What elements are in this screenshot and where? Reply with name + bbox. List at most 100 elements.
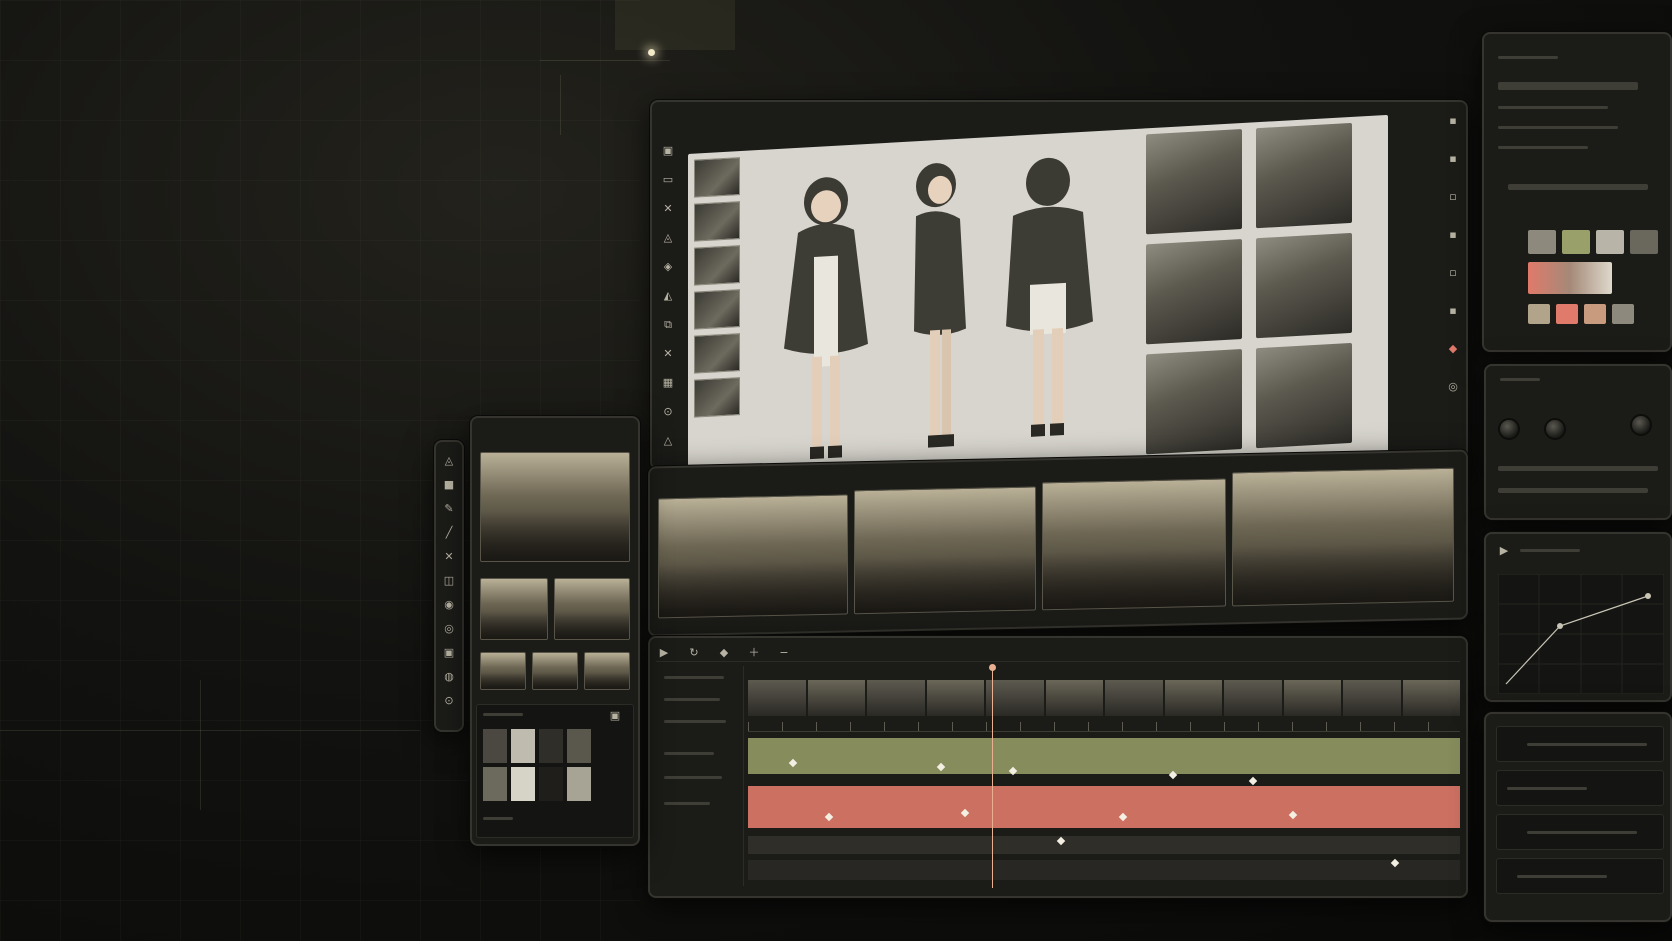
gallery-thumb[interactable]: [584, 652, 630, 690]
fill-icon[interactable]: ▪: [1445, 226, 1461, 242]
expression-thumb[interactable]: [1146, 129, 1242, 235]
shapes-icon[interactable]: ◬: [660, 229, 676, 245]
color-swatch[interactable]: [1528, 304, 1550, 324]
keyframe-icon[interactable]: ◆: [716, 645, 732, 661]
time-ruler[interactable]: [748, 722, 1460, 732]
layers-stack-icon[interactable]: ⧉: [660, 316, 676, 332]
settings-icon[interactable]: ⊙: [660, 403, 676, 419]
text-icon[interactable]: ▫: [1445, 264, 1461, 280]
filmstrip-frame[interactable]: [867, 680, 925, 716]
dial-icon[interactable]: ◍: [441, 668, 457, 684]
filmstrip-frame[interactable]: [986, 680, 1044, 716]
stamp-icon[interactable]: ◉: [441, 596, 457, 612]
detail-crop[interactable]: [694, 289, 740, 330]
storyboard-frame[interactable]: [1042, 478, 1226, 611]
color-swatch[interactable]: [1584, 304, 1606, 324]
warning-icon[interactable]: △: [660, 432, 676, 448]
expression-thumb[interactable]: [1146, 349, 1242, 455]
control-knob[interactable]: [1498, 418, 1520, 440]
line-icon[interactable]: ╱: [441, 524, 457, 540]
grid-icon[interactable]: ▦: [660, 374, 676, 390]
filmstrip-frame[interactable]: [926, 680, 984, 716]
detail-crop[interactable]: [694, 377, 740, 418]
frame-icon[interactable]: ▭: [660, 171, 676, 187]
track-header[interactable]: [664, 752, 714, 755]
texture-swatch[interactable]: [483, 729, 507, 763]
expression-thumb[interactable]: [1146, 239, 1242, 345]
transform-icon[interactable]: ◈: [660, 258, 676, 274]
texture-swatch[interactable]: [483, 767, 507, 801]
playhead[interactable]: [992, 666, 993, 888]
layer-row[interactable]: [1496, 770, 1664, 806]
transform-icon[interactable]: ✕: [441, 548, 457, 564]
mask-icon[interactable]: ◭: [660, 287, 676, 303]
texture-swatch[interactable]: [511, 767, 535, 801]
layer-row[interactable]: [1496, 726, 1664, 762]
eyedrop-icon[interactable]: ▫: [1445, 188, 1461, 204]
layers-icon[interactable]: ▣: [660, 142, 676, 158]
pen-icon[interactable]: ✎: [441, 500, 457, 516]
circle-icon[interactable]: ◎: [441, 620, 457, 636]
gallery-thumb[interactable]: [480, 578, 548, 640]
zoom-out-icon[interactable]: −: [776, 645, 792, 661]
filmstrip[interactable]: [748, 680, 1460, 716]
filmstrip-frame[interactable]: [748, 680, 806, 716]
color-panel-row[interactable]: [1498, 126, 1618, 129]
detail-crop[interactable]: [694, 157, 740, 198]
target-icon[interactable]: ◎: [1445, 378, 1461, 394]
detail-crop[interactable]: [694, 201, 740, 242]
color-swatch[interactable]: [1562, 230, 1590, 254]
gallery-thumb[interactable]: [532, 652, 578, 690]
track-header[interactable]: [664, 802, 710, 805]
control-knob[interactable]: [1544, 418, 1566, 440]
track-green[interactable]: [748, 738, 1460, 774]
detail-crop[interactable]: [694, 333, 740, 374]
filmstrip-frame[interactable]: [1164, 680, 1222, 716]
texture-swatch[interactable]: [539, 767, 563, 801]
expression-thumb[interactable]: [1256, 232, 1352, 339]
color-swatch[interactable]: [1556, 304, 1578, 324]
track-header[interactable]: [664, 776, 722, 779]
texture-swatch[interactable]: [567, 729, 591, 763]
track-header[interactable]: [664, 698, 720, 701]
zoom-in-icon[interactable]: ＋: [746, 645, 762, 661]
control-slider[interactable]: [1498, 466, 1658, 471]
expression-thumb[interactable]: [1256, 122, 1352, 229]
expression-thumb[interactable]: [1256, 342, 1352, 449]
color-panel-field[interactable]: [1498, 82, 1638, 90]
brush-icon[interactable]: ✕: [660, 200, 676, 216]
track-header[interactable]: [664, 720, 726, 723]
texture-panel-icon[interactable]: ▣: [607, 707, 623, 723]
layers-icon[interactable]: ◬: [441, 452, 457, 468]
loop-icon[interactable]: ↻: [686, 645, 702, 661]
play-icon[interactable]: ▶: [656, 645, 672, 661]
track-header[interactable]: [664, 676, 724, 679]
color-swatch[interactable]: [1596, 230, 1624, 254]
storyboard-frame[interactable]: [1232, 467, 1454, 607]
curve-graph[interactable]: [1498, 574, 1664, 694]
color-swatch[interactable]: [1528, 230, 1556, 254]
gallery-main-image[interactable]: [480, 452, 630, 562]
filmstrip-frame[interactable]: [1224, 680, 1282, 716]
control-slider[interactable]: [1498, 488, 1648, 493]
color-panel-row[interactable]: [1498, 146, 1588, 149]
color-swatch[interactable]: [1630, 230, 1658, 254]
hue-slider[interactable]: [1508, 184, 1648, 190]
filmstrip-frame[interactable]: [1045, 680, 1103, 716]
play-icon[interactable]: ▶: [1496, 542, 1512, 558]
crop-icon[interactable]: ✕: [660, 345, 676, 361]
grid-icon[interactable]: ▣: [441, 644, 457, 660]
filmstrip-frame[interactable]: [1343, 680, 1401, 716]
filmstrip-frame[interactable]: [1402, 680, 1460, 716]
gradient-icon[interactable]: ▪: [1445, 302, 1461, 318]
mask-icon[interactable]: ◫: [441, 572, 457, 588]
texture-swatch[interactable]: [567, 767, 591, 801]
detail-crop[interactable]: [694, 245, 740, 286]
color-panel-row[interactable]: [1498, 106, 1608, 109]
settings-icon[interactable]: ⊙: [441, 692, 457, 708]
hand-icon[interactable]: ▪: [1445, 150, 1461, 166]
track-salmon[interactable]: [748, 786, 1460, 828]
marker-icon[interactable]: ◆: [1445, 340, 1461, 356]
texture-swatch[interactable]: [539, 729, 563, 763]
storyboard-frame[interactable]: [658, 494, 848, 619]
